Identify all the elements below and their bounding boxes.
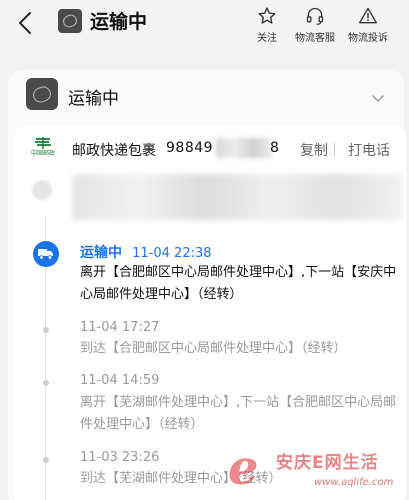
china-post-logo-text: 中国邮政 (30, 150, 55, 157)
divider (334, 143, 335, 156)
back-button[interactable] (14, 10, 36, 36)
tracking-number-prefix: 98849 (166, 140, 214, 156)
shipment-card: 运输中 中国邮政 邮政快递包裹 98849 8 复制 打电话 运输中 11-04… (8, 70, 406, 500)
event-description: 离开【合肥邮区中心局邮件处理中心】,下一站【安庆中心局邮件处理中心】（经转） (80, 265, 397, 302)
event-description: 到达【合肥邮区中心局邮件处理中心】（经转） (80, 341, 347, 356)
product-thumbnail (58, 9, 82, 33)
star-icon (258, 7, 276, 24)
event-time: 11-04 22:38 (132, 246, 212, 261)
logistics-complaint-label: 物流投诉 (348, 33, 388, 44)
event-description: 到达【芜湖邮件处理中心】（经转） (80, 471, 282, 486)
card-product-thumbnail (26, 78, 58, 110)
event-time: 11-04 17:27 (80, 320, 160, 335)
top-app-bar: 运输中 关注 物流客服 物流投诉 (0, 0, 409, 48)
china-post-logo: 中国邮政 (30, 136, 56, 162)
truck-icon (38, 249, 53, 260)
event-description: 离开【芜湖邮件处理中心】,下一站【合肥邮区中心局邮件处理中心】（经转） (80, 395, 397, 432)
warning-icon (359, 7, 377, 24)
card-status: 运输中 (68, 89, 119, 109)
collapse-toggle[interactable] (372, 88, 384, 107)
timeline-dot (43, 380, 49, 386)
logistics-service-button[interactable]: 物流客服 (288, 6, 342, 44)
follow-button[interactable]: 关注 (240, 6, 294, 44)
follow-label: 关注 (257, 33, 277, 44)
event-time: 11-04 14:59 (80, 373, 160, 388)
tracking-panel: 中国邮政 邮政快递包裹 98849 8 复制 打电话 运输中 11-04 22:… (14, 126, 406, 500)
truck-status-marker (33, 241, 59, 267)
tracking-number-suffix: 8 (270, 140, 279, 156)
timeline-dot (43, 327, 49, 333)
chevron-down-icon (372, 95, 384, 102)
logistics-complaint-button[interactable]: 物流投诉 (341, 6, 395, 44)
tracking-number-redacted (216, 138, 272, 158)
logistics-service-label: 物流客服 (295, 33, 335, 44)
event-status: 运输中 (80, 245, 122, 261)
call-button[interactable]: 打电话 (348, 140, 390, 160)
copy-button[interactable]: 复制 (300, 140, 328, 160)
headset-icon (306, 7, 324, 25)
event-time: 11-03 23:26 (80, 450, 160, 465)
event-header-current: 运输中 11-04 22:38 (80, 242, 212, 262)
timeline-dot (43, 457, 49, 463)
address-redacted (72, 174, 402, 220)
china-post-logo-icon (35, 137, 51, 149)
page-title: 运输中 (90, 11, 148, 33)
address-marker-redacted (32, 180, 52, 200)
chevron-left-icon (19, 12, 31, 34)
carrier-name: 邮政快递包裹 (72, 143, 156, 159)
